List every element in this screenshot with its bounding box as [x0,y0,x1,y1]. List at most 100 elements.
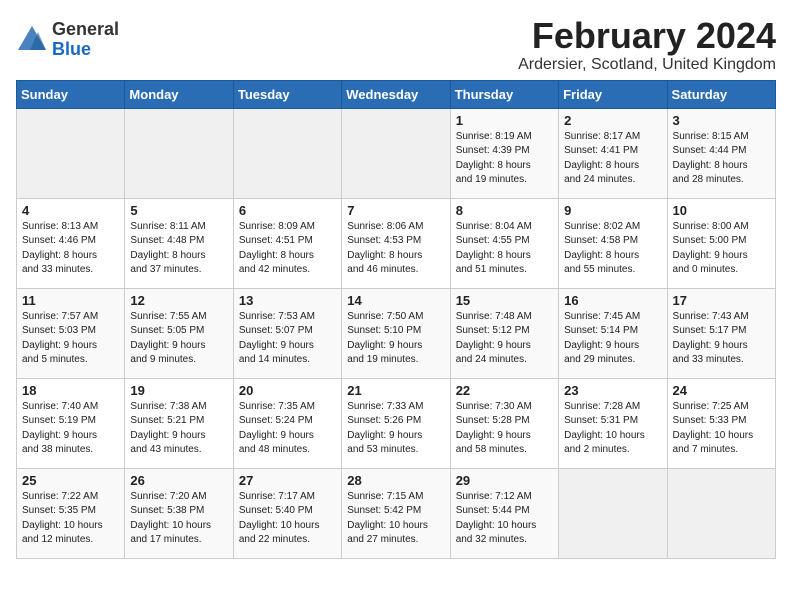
calendar-title: February 2024 [518,16,776,56]
calendar-header-row: SundayMondayTuesdayWednesdayThursdayFrid… [17,80,776,108]
day-info: Sunrise: 8:04 AM Sunset: 4:55 PM Dayligh… [456,220,553,278]
calendar-table: SundayMondayTuesdayWednesdayThursdayFrid… [16,80,776,559]
day-info: Sunrise: 8:06 AM Sunset: 4:53 PM Dayligh… [347,220,444,278]
calendar-cell: 29Sunrise: 7:12 AM Sunset: 5:44 PM Dayli… [450,468,558,558]
day-info: Sunrise: 7:40 AM Sunset: 5:19 PM Dayligh… [22,400,119,458]
week-row-1: 1 Sunrise: 8:19 AM Sunset: 4:39 PM Daylig… [17,108,776,198]
calendar-cell: 1 Sunrise: 8:19 AM Sunset: 4:39 PM Daylig… [450,108,558,198]
calendar-cell: 28Sunrise: 7:15 AM Sunset: 5:42 PM Dayli… [342,468,450,558]
calendar-cell [559,468,667,558]
calendar-cell: 27 Sunrise: 7:17 AM Sunset: 5:40 PM Dayli… [233,468,341,558]
week-row-3: 11Sunrise: 7:57 AM Sunset: 5:03 PM Dayli… [17,288,776,378]
calendar-cell: 21 Sunrise: 7:33 AM Sunset: 5:26 PM Dayli… [342,378,450,468]
day-info: Sunrise: 8:09 AM Sunset: 4:51 PM Dayligh… [239,220,336,278]
calendar-cell: 5Sunrise: 8:11 AM Sunset: 4:48 PM Daylig… [125,198,233,288]
title-block: February 2024 Ardersier, Scotland, Unite… [518,16,776,74]
day-number: 1 [456,113,553,128]
week-row-5: 25 Sunrise: 7:22 AM Sunset: 5:35 PM Dayli… [17,468,776,558]
calendar-cell: 7 Sunrise: 8:06 AM Sunset: 4:53 PM Daylig… [342,198,450,288]
day-info: Sunrise: 7:15 AM Sunset: 5:42 PM Dayligh… [347,490,444,548]
calendar-body: 1 Sunrise: 8:19 AM Sunset: 4:39 PM Daylig… [17,108,776,558]
calendar-cell: 3 Sunrise: 8:15 AM Sunset: 4:44 PM Daylig… [667,108,775,198]
calendar-subtitle: Ardersier, Scotland, United Kingdom [518,56,776,74]
day-number: 20 [239,383,336,398]
day-number: 10 [673,203,770,218]
calendar-cell: 13 Sunrise: 7:53 AM Sunset: 5:07 PM Dayli… [233,288,341,378]
day-info: Sunrise: 7:53 AM Sunset: 5:07 PM Dayligh… [239,310,336,368]
day-info: Sunrise: 7:38 AM Sunset: 5:21 PM Dayligh… [130,400,227,458]
day-number: 23 [564,383,661,398]
day-header-tuesday: Tuesday [233,80,341,108]
calendar-cell: 9Sunrise: 8:02 AM Sunset: 4:58 PM Daylig… [559,198,667,288]
day-info: Sunrise: 8:13 AM Sunset: 4:46 PM Dayligh… [22,220,119,278]
calendar-cell: 24Sunrise: 7:25 AM Sunset: 5:33 PM Dayli… [667,378,775,468]
day-header-sunday: Sunday [17,80,125,108]
day-number: 17 [673,293,770,308]
calendar-cell [125,108,233,198]
day-info: Sunrise: 7:22 AM Sunset: 5:35 PM Dayligh… [22,490,119,548]
day-number: 4 [22,203,119,218]
calendar-cell: 25 Sunrise: 7:22 AM Sunset: 5:35 PM Dayli… [17,468,125,558]
header: General Blue February 2024 Ardersier, Sc… [16,16,776,74]
day-info: Sunrise: 7:20 AM Sunset: 5:38 PM Dayligh… [130,490,227,548]
calendar-cell: 18 Sunrise: 7:40 AM Sunset: 5:19 PM Dayli… [17,378,125,468]
calendar-cell: 19Sunrise: 7:38 AM Sunset: 5:21 PM Dayli… [125,378,233,468]
day-number: 18 [22,383,119,398]
day-number: 12 [130,293,227,308]
week-row-4: 18 Sunrise: 7:40 AM Sunset: 5:19 PM Dayli… [17,378,776,468]
day-number: 9 [564,203,661,218]
calendar-cell: 10 Sunrise: 8:00 AM Sunset: 5:00 PM Dayli… [667,198,775,288]
calendar-cell [233,108,341,198]
logo-icon [16,24,48,52]
logo-blue: Blue [52,39,91,59]
week-row-2: 4 Sunrise: 8:13 AM Sunset: 4:46 PM Daylig… [17,198,776,288]
day-info: Sunrise: 7:55 AM Sunset: 5:05 PM Dayligh… [130,310,227,368]
logo-general: General [52,19,119,39]
day-info: Sunrise: 7:50 AM Sunset: 5:10 PM Dayligh… [347,310,444,368]
logo: General Blue [16,20,119,60]
day-info: Sunrise: 7:28 AM Sunset: 5:31 PM Dayligh… [564,400,661,458]
day-info: Sunrise: 7:45 AM Sunset: 5:14 PM Dayligh… [564,310,661,368]
calendar-cell [342,108,450,198]
day-info: Sunrise: 8:11 AM Sunset: 4:48 PM Dayligh… [130,220,227,278]
day-info: Sunrise: 8:19 AM Sunset: 4:39 PM Dayligh… [456,130,553,188]
day-number: 21 [347,383,444,398]
calendar-cell: 2 Sunrise: 8:17 AM Sunset: 4:41 PM Daylig… [559,108,667,198]
day-info: Sunrise: 8:00 AM Sunset: 5:00 PM Dayligh… [673,220,770,278]
day-number: 13 [239,293,336,308]
day-info: Sunrise: 7:17 AM Sunset: 5:40 PM Dayligh… [239,490,336,548]
day-number: 2 [564,113,661,128]
day-header-wednesday: Wednesday [342,80,450,108]
calendar-cell: 16 Sunrise: 7:45 AM Sunset: 5:14 PM Dayli… [559,288,667,378]
calendar-cell: 4 Sunrise: 8:13 AM Sunset: 4:46 PM Daylig… [17,198,125,288]
day-number: 27 [239,473,336,488]
day-number: 15 [456,293,553,308]
day-info: Sunrise: 8:15 AM Sunset: 4:44 PM Dayligh… [673,130,770,188]
day-number: 14 [347,293,444,308]
calendar-cell: 15 Sunrise: 7:48 AM Sunset: 5:12 PM Dayli… [450,288,558,378]
day-info: Sunrise: 7:33 AM Sunset: 5:26 PM Dayligh… [347,400,444,458]
day-number: 7 [347,203,444,218]
day-header-monday: Monday [125,80,233,108]
day-info: Sunrise: 8:17 AM Sunset: 4:41 PM Dayligh… [564,130,661,188]
calendar-cell [667,468,775,558]
day-info: Sunrise: 7:35 AM Sunset: 5:24 PM Dayligh… [239,400,336,458]
day-info: Sunrise: 7:30 AM Sunset: 5:28 PM Dayligh… [456,400,553,458]
day-info: Sunrise: 7:48 AM Sunset: 5:12 PM Dayligh… [456,310,553,368]
calendar-cell: 26 Sunrise: 7:20 AM Sunset: 5:38 PM Dayli… [125,468,233,558]
day-header-thursday: Thursday [450,80,558,108]
day-number: 24 [673,383,770,398]
day-number: 3 [673,113,770,128]
calendar-cell [17,108,125,198]
logo-text: General Blue [52,20,119,60]
day-number: 26 [130,473,227,488]
day-number: 29 [456,473,553,488]
calendar-cell: 22 Sunrise: 7:30 AM Sunset: 5:28 PM Dayli… [450,378,558,468]
day-number: 16 [564,293,661,308]
calendar-cell: 6Sunrise: 8:09 AM Sunset: 4:51 PM Daylig… [233,198,341,288]
day-number: 22 [456,383,553,398]
calendar-cell: 17Sunrise: 7:43 AM Sunset: 5:17 PM Dayli… [667,288,775,378]
day-header-friday: Friday [559,80,667,108]
day-number: 25 [22,473,119,488]
calendar-cell: 11Sunrise: 7:57 AM Sunset: 5:03 PM Dayli… [17,288,125,378]
